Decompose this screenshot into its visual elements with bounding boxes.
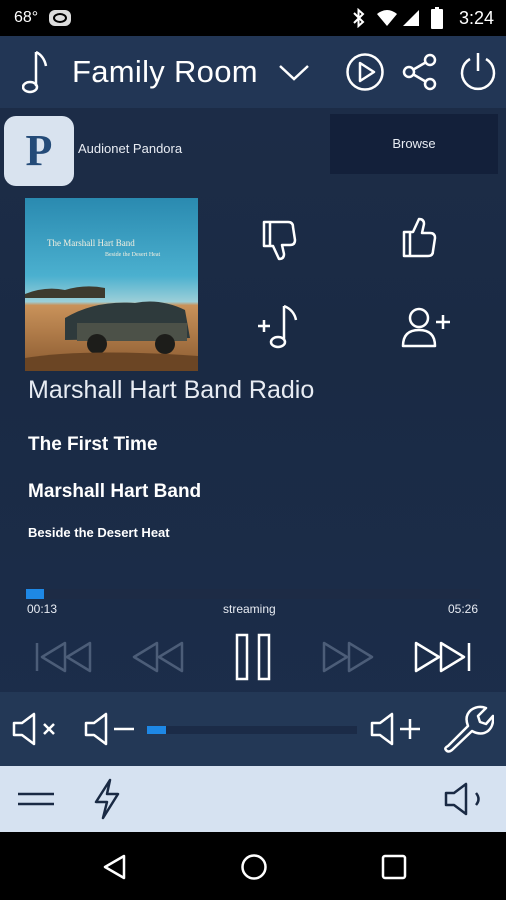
wrench-icon[interactable]	[444, 704, 494, 754]
elapsed-time: 00:13	[27, 602, 58, 616]
volume-slider[interactable]	[147, 726, 357, 734]
thumbs-down-icon[interactable]	[260, 218, 300, 262]
menu-icon[interactable]	[18, 792, 54, 806]
app-screen: Family Room P Audionet Pandora Browse Th…	[0, 36, 506, 832]
rewind-icon[interactable]	[130, 640, 186, 674]
status-bar: 68° 3:24	[0, 0, 506, 36]
album-art: The Marshall Hart Band Beside the Desert…	[25, 198, 198, 371]
music-note-icon[interactable]	[22, 48, 50, 96]
power-icon[interactable]	[458, 51, 498, 93]
album-name: Beside the Desert Heat	[28, 525, 170, 540]
weather-app-icon	[49, 10, 71, 26]
header-bar: Family Room	[0, 36, 506, 108]
temperature: 68°	[14, 9, 39, 26]
fast-forward-icon[interactable]	[320, 640, 376, 674]
system-navigation-bar	[0, 832, 506, 900]
thumbs-up-icon[interactable]	[400, 216, 440, 260]
volume-fill	[147, 726, 166, 734]
pause-icon[interactable]	[234, 632, 272, 682]
album-band-text: The Marshall Hart Band	[47, 238, 135, 248]
mute-icon[interactable]	[12, 712, 62, 746]
artist-name: Marshall Hart Band	[28, 481, 202, 502]
pandora-logo[interactable]: P	[4, 116, 74, 186]
add-song-icon[interactable]	[256, 302, 304, 350]
add-artist-icon[interactable]	[400, 306, 452, 348]
skip-previous-icon[interactable]	[34, 640, 94, 674]
share-icon[interactable]	[401, 53, 439, 91]
station-name: Marshall Hart Band Radio	[28, 376, 315, 404]
volume-down-icon[interactable]	[84, 712, 138, 746]
source-name: Audionet Pandora	[78, 141, 183, 156]
room-title[interactable]: Family Room	[72, 54, 258, 90]
song-title: The First Time	[28, 434, 158, 455]
wifi-icon	[377, 10, 397, 26]
browse-button[interactable]: Browse	[330, 114, 498, 174]
volume-up-icon[interactable]	[370, 712, 424, 746]
chevron-down-icon[interactable]	[278, 64, 310, 82]
skip-next-icon[interactable]	[412, 640, 472, 674]
volume-bar	[0, 692, 506, 766]
stream-status: streaming	[223, 602, 276, 616]
cell-signal-icon	[403, 10, 419, 26]
speaker-icon[interactable]	[444, 782, 490, 816]
recents-icon[interactable]	[381, 854, 407, 880]
play-circle-icon[interactable]	[345, 52, 385, 92]
progress-bar[interactable]	[26, 589, 480, 599]
total-time: 05:26	[448, 602, 479, 616]
battery-icon	[431, 7, 443, 29]
album-title-text: Beside the Desert Heat	[105, 252, 160, 258]
home-icon[interactable]	[240, 853, 268, 881]
progress-fill	[26, 589, 45, 599]
bottom-toolbar	[0, 766, 506, 832]
bluetooth-icon	[353, 8, 365, 28]
source-row: P Audionet Pandora Browse	[0, 108, 506, 194]
back-icon[interactable]	[101, 853, 127, 881]
clock: 3:24	[458, 8, 494, 28]
lightning-icon[interactable]	[92, 778, 122, 820]
